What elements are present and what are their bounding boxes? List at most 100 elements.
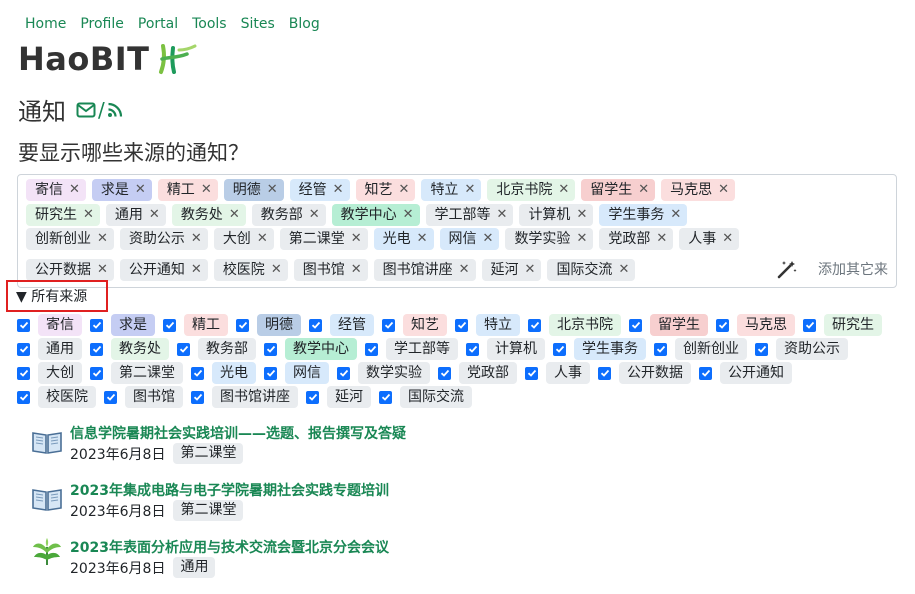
source-checkbox-label[interactable]: 教务处 (111, 338, 169, 360)
all-sources-toggle[interactable]: ▼ 所有来源 (6, 280, 108, 312)
source-checkbox[interactable] (553, 342, 566, 356)
remove-tag-icon[interactable]: ✕ (459, 259, 470, 281)
source-checkbox-label[interactable]: 创新创业 (675, 338, 747, 360)
source-checkbox[interactable] (191, 390, 204, 404)
source-checkbox-label[interactable]: 图书馆讲座 (212, 386, 298, 408)
source-checkbox-label[interactable]: 研究生 (824, 314, 882, 336)
source-checkbox-label[interactable]: 明德 (257, 314, 301, 336)
source-checkbox-label[interactable]: 延河 (327, 386, 371, 408)
nav-blog[interactable]: Blog (289, 16, 320, 32)
source-checkbox-label[interactable]: 教学中心 (285, 338, 357, 360)
site-brand[interactable]: HaoBIT (18, 40, 197, 78)
remove-tag-icon[interactable]: ✕ (97, 259, 108, 281)
remove-tag-icon[interactable]: ✕ (497, 204, 508, 226)
remove-tag-icon[interactable]: ✕ (638, 179, 649, 201)
source-checkbox-label[interactable]: 马克思 (737, 314, 795, 336)
source-checkbox[interactable] (455, 318, 468, 332)
remove-tag-icon[interactable]: ✕ (69, 179, 80, 201)
source-checkbox[interactable] (191, 366, 204, 380)
source-checkbox[interactable] (306, 390, 319, 404)
nav-profile[interactable]: Profile (80, 16, 124, 32)
source-checkbox-label[interactable]: 网信 (285, 362, 329, 384)
source-checkbox[interactable] (755, 342, 768, 356)
source-checkbox-label[interactable]: 国际交流 (400, 386, 472, 408)
notice-title-link[interactable]: 2023年集成电路与电子学院暑期社会实践专题培训 (70, 480, 389, 500)
source-checkbox-label[interactable]: 北京书院 (549, 314, 621, 336)
source-checkbox-label[interactable]: 光电 (212, 362, 256, 384)
source-checkbox[interactable] (629, 318, 642, 332)
remove-tag-icon[interactable]: ✕ (309, 204, 320, 226)
source-checkbox-label[interactable]: 人事 (546, 362, 590, 384)
source-checkbox[interactable] (264, 342, 277, 356)
remove-tag-icon[interactable]: ✕ (670, 204, 681, 226)
source-checkbox[interactable] (104, 390, 117, 404)
source-checkbox-label[interactable]: 第二课堂 (111, 362, 183, 384)
source-checkbox[interactable] (598, 366, 611, 380)
source-checkbox[interactable] (309, 318, 322, 332)
source-checkbox-label[interactable]: 公开数据 (619, 362, 691, 384)
source-checkbox-label[interactable]: 图书馆 (125, 386, 183, 408)
remove-tag-icon[interactable]: ✕ (135, 179, 146, 201)
notice-title-link[interactable]: 2023年表面分析应用与技术交流会暨北京分会会议 (70, 537, 389, 557)
nav-home[interactable]: Home (25, 16, 66, 32)
notice-title-link[interactable]: 信息学院暑期社会实践培训——选题、报告撰写及答疑 (70, 423, 406, 443)
nav-portal[interactable]: Portal (138, 16, 178, 32)
source-checkbox[interactable] (379, 390, 392, 404)
remove-tag-icon[interactable]: ✕ (271, 259, 282, 281)
magic-wand-icon[interactable] (776, 259, 798, 279)
remove-tag-icon[interactable]: ✕ (576, 228, 587, 250)
remove-tag-icon[interactable]: ✕ (618, 259, 629, 281)
source-checkbox-label[interactable]: 精工 (184, 314, 228, 336)
remove-tag-icon[interactable]: ✕ (83, 204, 94, 226)
source-checkbox-label[interactable]: 求是 (111, 314, 155, 336)
source-checkbox[interactable] (466, 342, 479, 356)
remove-tag-icon[interactable]: ✕ (267, 179, 278, 201)
source-checkbox-label[interactable]: 资助公示 (776, 338, 848, 360)
source-checkbox[interactable] (365, 342, 378, 356)
remove-tag-icon[interactable]: ✕ (351, 228, 362, 250)
remove-tag-icon[interactable]: ✕ (399, 179, 410, 201)
source-checkbox[interactable] (803, 318, 816, 332)
source-checkbox[interactable] (17, 390, 30, 404)
source-checkbox[interactable] (438, 366, 451, 380)
nav-sites[interactable]: Sites (241, 16, 275, 32)
source-checkbox[interactable] (654, 342, 667, 356)
source-checkbox[interactable] (90, 318, 103, 332)
source-checkbox[interactable] (90, 342, 103, 356)
mail-icon[interactable] (76, 102, 96, 118)
remove-tag-icon[interactable]: ✕ (718, 179, 729, 201)
remove-tag-icon[interactable]: ✕ (722, 228, 733, 250)
add-source-input[interactable]: 添加其它来 (818, 259, 888, 279)
source-checkbox[interactable] (177, 342, 190, 356)
source-checkbox[interactable] (264, 366, 277, 380)
source-checkbox-label[interactable]: 党政部 (459, 362, 517, 384)
source-checkbox-label[interactable]: 学工部等 (386, 338, 458, 360)
remove-tag-icon[interactable]: ✕ (333, 179, 344, 201)
remove-tag-icon[interactable]: ✕ (656, 228, 667, 250)
source-checkbox-label[interactable]: 教务部 (198, 338, 256, 360)
source-checkbox-label[interactable]: 公开通知 (720, 362, 792, 384)
source-checkbox[interactable] (716, 318, 729, 332)
remove-tag-icon[interactable]: ✕ (483, 228, 494, 250)
source-checkbox[interactable] (17, 342, 30, 356)
rss-icon[interactable] (107, 102, 123, 118)
remove-tag-icon[interactable]: ✕ (525, 259, 536, 281)
source-checkbox[interactable] (699, 366, 712, 380)
source-checkbox-label[interactable]: 特立 (476, 314, 520, 336)
remove-tag-icon[interactable]: ✕ (229, 204, 240, 226)
remove-tag-icon[interactable]: ✕ (191, 259, 202, 281)
source-checkbox-label[interactable]: 留学生 (650, 314, 708, 336)
source-tag-selector[interactable]: 寄信 ✕ 求是 ✕ 精工 ✕ 明德 ✕ 经管 ✕ 知艺 ✕ 特立 ✕ 北京书院 ✕ 留学生 ✕ 马克思 ✕ 研究生 ✕ 通… (17, 174, 897, 288)
source-checkbox[interactable] (90, 366, 103, 380)
source-checkbox-label[interactable]: 大创 (38, 362, 82, 384)
remove-tag-icon[interactable]: ✕ (558, 179, 569, 201)
remove-tag-icon[interactable]: ✕ (97, 228, 108, 250)
remove-tag-icon[interactable]: ✕ (257, 228, 268, 250)
remove-tag-icon[interactable]: ✕ (201, 179, 212, 201)
source-checkbox-label[interactable]: 学生事务 (574, 338, 646, 360)
source-checkbox[interactable] (337, 366, 350, 380)
remove-tag-icon[interactable]: ✕ (464, 179, 475, 201)
remove-tag-icon[interactable]: ✕ (417, 228, 428, 250)
source-checkbox-label[interactable]: 寄信 (38, 314, 82, 336)
nav-tools[interactable]: Tools (192, 16, 227, 32)
